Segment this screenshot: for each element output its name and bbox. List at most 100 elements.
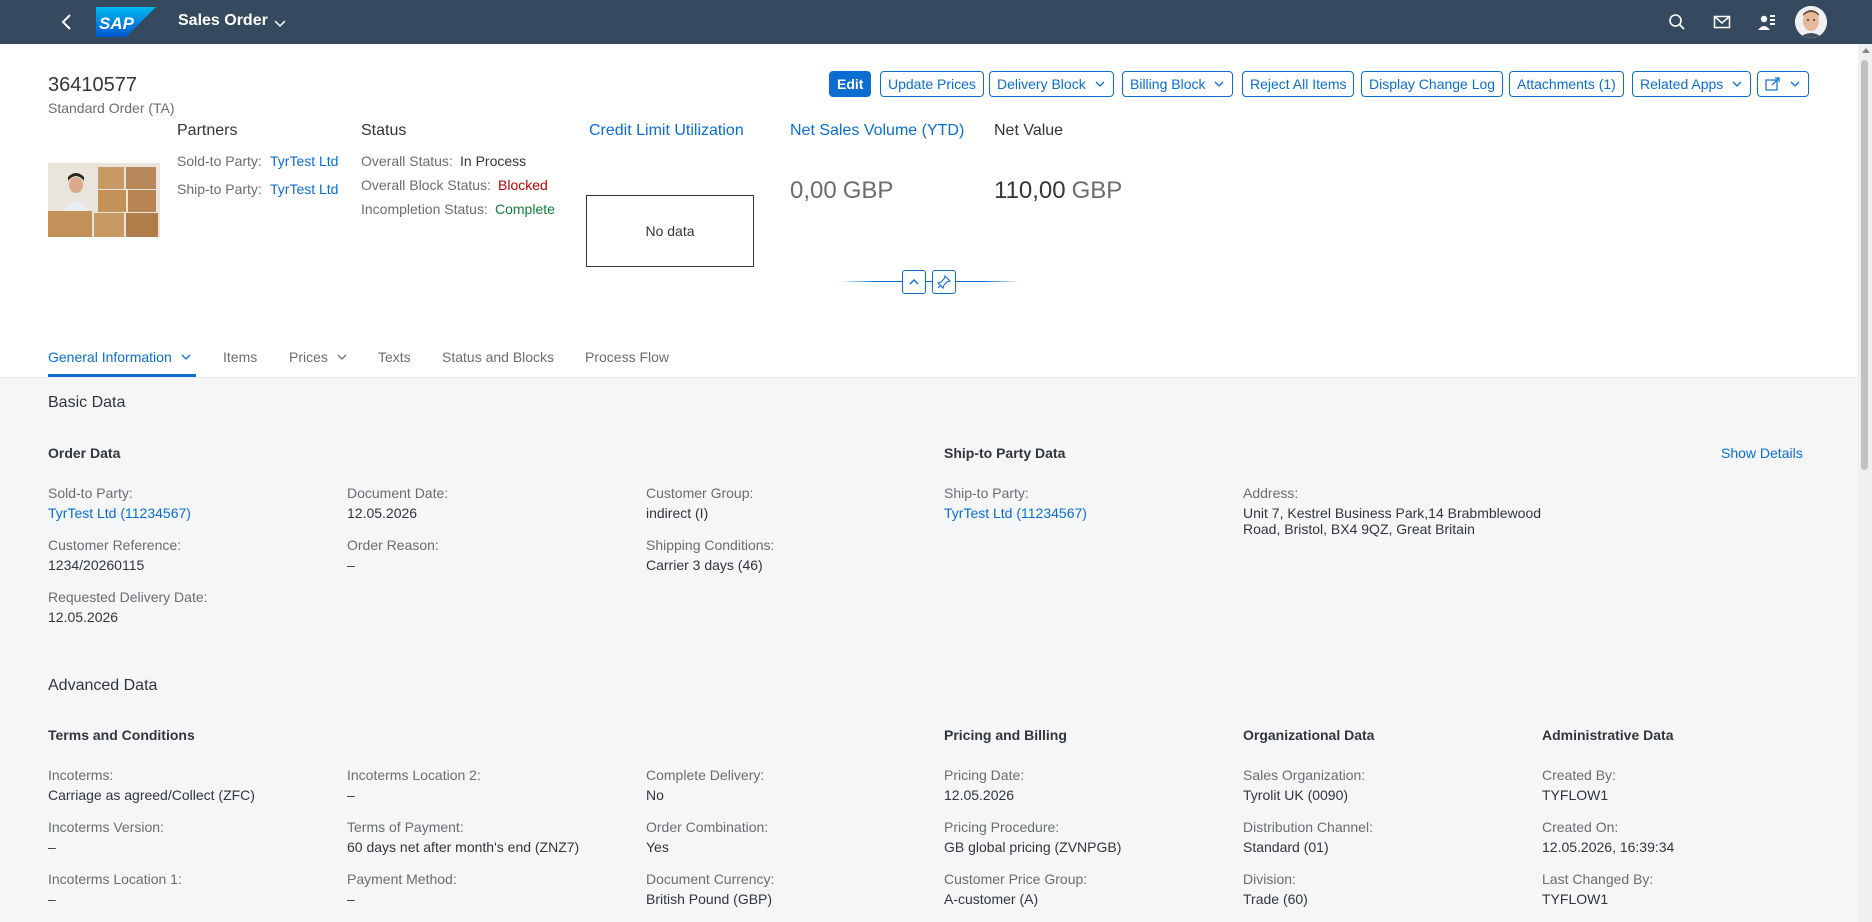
ship-to-party-data-title: Ship-to Party Data [944, 445, 1066, 461]
show-details-link[interactable]: Show Details [1721, 445, 1803, 461]
basic-data-title: Basic Data [48, 394, 126, 411]
sold-to-party-label: Sold-to Party: [177, 153, 262, 169]
back-icon[interactable] [56, 11, 78, 33]
tab-items[interactable]: Items [223, 349, 257, 365]
sales-organization-label: Sales Organization: [1243, 767, 1366, 783]
credit-limit-chart: No data [586, 195, 754, 267]
billing-block-button[interactable]: Billing Block [1122, 71, 1234, 97]
shipping-conditions-label: Shipping Conditions: [646, 537, 775, 553]
credit-limit-title[interactable]: Credit Limit Utilization [589, 122, 744, 140]
collapse-header-button[interactable] [902, 270, 926, 294]
object-subtitle: Standard Order (TA) [48, 100, 175, 116]
customer-reference-label: Customer Reference: [48, 537, 182, 553]
created-on-label: Created On: [1542, 819, 1619, 835]
svg-text:SAP: SAP [99, 14, 135, 33]
sold-to-party-link[interactable]: TyrTest Ltd [270, 153, 338, 169]
partners-title: Partners [177, 122, 238, 139]
sold-to-party-field-label: Sold-to Party: [48, 485, 133, 501]
pin-header-button[interactable] [932, 270, 956, 294]
terms-of-payment-label: Terms of Payment: [347, 819, 464, 835]
sap-logo[interactable]: SAP [96, 7, 156, 37]
last-changed-by-value: TYFLOW1 [1542, 891, 1609, 907]
overall-status-value: In Process [460, 153, 527, 169]
order-combination-value: Yes [646, 839, 669, 855]
scroll-up-icon[interactable] [1862, 48, 1870, 53]
tab-process-flow[interactable]: Process Flow [585, 349, 669, 365]
net-value-title: Net Value [994, 122, 1064, 139]
terms-and-conditions-title: Terms and Conditions [48, 727, 195, 743]
incoterms-label: Incoterms: [48, 767, 114, 783]
overall-block-status-label: Overall Block Status: [361, 177, 491, 193]
incompletion-status-label: Incompletion Status: [361, 201, 488, 217]
incoterms-version-value: – [48, 839, 56, 855]
chevron-up-icon [909, 279, 919, 285]
tab-general-information-label: General Information [48, 349, 172, 365]
order-combination-label: Order Combination: [646, 819, 769, 835]
pricing-procedure-label: Pricing Procedure: [944, 819, 1060, 835]
warehouse-boxes-image [48, 163, 160, 237]
incoterms-location-2-label: Incoterms Location 2: [347, 767, 481, 783]
user-settings-icon[interactable] [1755, 11, 1777, 33]
chevron-down-icon [337, 354, 347, 360]
customer-price-group-label: Customer Price Group: [944, 871, 1088, 887]
header-collapse-divider [840, 281, 1020, 282]
requested-delivery-date-value: 12.05.2026 [48, 609, 119, 625]
incoterms-value: Carriage as agreed/Collect (ZFC) [48, 787, 255, 803]
tab-general-information[interactable]: General Information [48, 349, 192, 365]
created-by-label: Created By: [1542, 767, 1616, 783]
tab-status-and-blocks[interactable]: Status and Blocks [442, 349, 554, 365]
address-line-2: Road, Bristol, BX4 9QZ, Great Britain [1243, 521, 1475, 537]
document-currency-label: Document Currency: [646, 871, 775, 887]
update-prices-button[interactable]: Update Prices [880, 71, 984, 97]
chevron-down-icon [1732, 81, 1742, 87]
chevron-down-icon[interactable] [272, 15, 288, 31]
created-by-value: TYFLOW1 [1542, 787, 1609, 803]
delivery-block-label: Delivery Block [997, 76, 1086, 92]
edit-button[interactable]: Edit [829, 71, 872, 97]
ship-to-party-field-label: Ship-to Party: [944, 485, 1029, 501]
division-label: Division: [1243, 871, 1296, 887]
administrative-data-title: Administrative Data [1542, 727, 1674, 743]
share-icon [1765, 77, 1780, 91]
net-sales-unit: GBP [842, 177, 894, 204]
payment-method-label: Payment Method: [347, 871, 457, 887]
tab-items-label: Items [223, 349, 258, 365]
sold-to-party-field-link[interactable]: TyrTest Ltd (11234567) [48, 505, 191, 521]
search-icon[interactable] [1666, 11, 1688, 33]
requested-delivery-date-label: Requested Delivery Date: [48, 589, 208, 605]
attachments-button[interactable]: Attachments (1) [1509, 71, 1624, 97]
app-title[interactable]: Sales Order [178, 12, 268, 30]
tab-texts[interactable]: Texts [378, 349, 411, 365]
ship-to-party-field-link[interactable]: TyrTest Ltd (11234567) [944, 505, 1087, 521]
net-sales-title[interactable]: Net Sales Volume (YTD) [790, 122, 964, 140]
overall-status-label: Overall Status: [361, 153, 453, 169]
scrollbar-thumb[interactable] [1861, 60, 1868, 470]
chevron-down-icon [1790, 81, 1800, 87]
ship-to-party-link[interactable]: TyrTest Ltd [270, 181, 338, 197]
share-button[interactable] [1757, 71, 1809, 97]
tab-prices[interactable]: Prices [289, 349, 348, 365]
customer-group-label: Customer Group: [646, 485, 754, 501]
order-reason-label: Order Reason: [347, 537, 439, 553]
related-apps-button[interactable]: Related Apps [1632, 71, 1752, 97]
order-reason-value: – [347, 557, 355, 573]
pricing-procedure-value: GB global pricing (ZVNPGB) [944, 839, 1122, 855]
net-sales-value: 0,00 [790, 177, 837, 204]
ship-to-party-label: Ship-to Party: [177, 181, 262, 197]
distribution-channel-label: Distribution Channel: [1243, 819, 1373, 835]
related-apps-label: Related Apps [1640, 76, 1724, 92]
advanced-data-title: Advanced Data [48, 677, 158, 694]
tab-process-flow-label: Process Flow [585, 349, 670, 365]
shell-bar: SAP Sales Order [0, 0, 1872, 44]
net-sales-kpi: 0,00 GBP [790, 177, 893, 205]
organizational-data-title: Organizational Data [1243, 727, 1375, 743]
document-currency-value: British Pound (GBP) [646, 891, 773, 907]
chevron-down-icon [1095, 81, 1105, 87]
avatar[interactable] [1795, 6, 1827, 38]
mail-icon[interactable] [1711, 11, 1733, 33]
order-data-title: Order Data [48, 445, 121, 461]
distribution-channel-value: Standard (01) [1243, 839, 1329, 855]
delivery-block-button[interactable]: Delivery Block [989, 71, 1114, 97]
display-change-log-button[interactable]: Display Change Log [1361, 71, 1504, 97]
reject-all-items-button[interactable]: Reject All Items [1242, 71, 1355, 97]
